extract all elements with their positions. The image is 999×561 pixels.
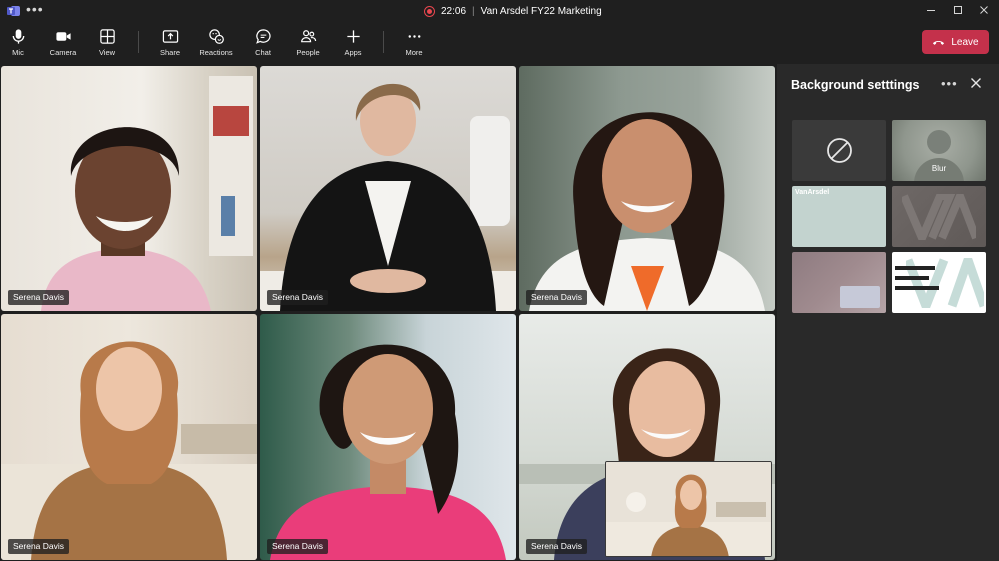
more-label: More (405, 48, 423, 57)
meeting-title: Van Arsdel FY22 Marketing (480, 5, 602, 17)
mic-icon (12, 29, 24, 44)
vanarsdel-logo-text: VanArsdel (795, 189, 830, 196)
blur-silhouette-head (927, 130, 951, 154)
self-view-image (606, 462, 771, 556)
participant-name: Serena Davis (526, 539, 588, 554)
toolbar-divider (138, 31, 139, 53)
participant-tile[interactable]: Serena Davis (260, 66, 516, 311)
participant-video (260, 83, 516, 311)
background-option-vanarsdel[interactable]: VanArsdel (792, 186, 886, 247)
background-option-va-text[interactable] (892, 252, 986, 313)
share-label: Share (159, 48, 180, 57)
meeting-toolbar: Mic Camera View Share Reactions Chat Peo… (0, 22, 999, 64)
office-shelf-shape (840, 286, 880, 308)
quote-line (895, 266, 935, 270)
teams-logo-icon (7, 6, 20, 16)
people-icon (300, 30, 316, 43)
panel-title: Background setttings (791, 78, 920, 92)
camera-icon (55, 32, 71, 41)
self-view-video[interactable] (605, 461, 772, 557)
plus-icon (346, 30, 360, 43)
participant-tile[interactable]: Serena Davis (1, 66, 257, 311)
mic-label: Mic (12, 48, 24, 57)
more-icon (408, 35, 420, 38)
apps-label: Apps (344, 48, 362, 57)
participant-video (270, 344, 506, 560)
people-label: People (296, 48, 320, 57)
blur-caption: Blur (931, 164, 947, 173)
quote-line (895, 276, 929, 280)
meeting-time: 22:06 (441, 5, 467, 17)
close-icon[interactable] (969, 76, 983, 90)
background-option-blur[interactable]: Blur (892, 120, 986, 181)
background-option-office[interactable] (792, 252, 886, 313)
participant-tile[interactable]: Serena Davis (260, 314, 516, 560)
background-option-va-logo[interactable] (892, 186, 986, 247)
participant-name: Serena Davis (267, 539, 329, 554)
participant-video (1, 341, 257, 560)
participant-tile[interactable]: Serena Davis (519, 66, 775, 311)
leave-label: Leave (951, 36, 979, 48)
view-grid-icon (99, 29, 115, 44)
camera-button[interactable]: Camera (43, 26, 83, 60)
meeting-info: 22:06 | Van Arsdel FY22 Marketing (424, 3, 602, 19)
more-button[interactable]: More (394, 26, 434, 60)
chat-label: Chat (255, 48, 271, 57)
no-background-icon (827, 138, 852, 163)
chat-icon (255, 29, 271, 44)
background-settings-panel: Background setttings ••• Blur VanArsdel (777, 64, 999, 561)
background-option-none[interactable] (792, 120, 886, 181)
leave-button[interactable]: Leave (922, 30, 989, 54)
minimize-icon (927, 10, 935, 11)
view-button[interactable]: View (87, 26, 127, 60)
close-window-button[interactable] (973, 2, 995, 18)
minimize-button[interactable] (920, 2, 942, 18)
participant-video (41, 76, 253, 311)
share-icon (162, 30, 178, 43)
reactions-label: Reactions (199, 48, 233, 57)
maximize-icon (954, 6, 962, 14)
va-logo-icon (902, 194, 976, 240)
titlebar-more-icon[interactable]: ••• (26, 1, 44, 17)
chat-button[interactable]: Chat (243, 26, 283, 60)
recording-icon (424, 5, 435, 17)
apps-button[interactable]: Apps (333, 26, 373, 60)
people-button[interactable]: People (288, 26, 328, 60)
reactions-button[interactable]: Reactions (196, 26, 236, 60)
close-icon (980, 6, 988, 14)
participant-video (529, 112, 765, 311)
participant-tile[interactable]: Serena Davis (1, 314, 257, 560)
participant-name: Serena Davis (267, 290, 329, 305)
camera-label: Camera (49, 48, 77, 57)
reactions-icon (208, 29, 224, 44)
title-separator: | (472, 5, 475, 17)
mic-button[interactable]: Mic (0, 26, 38, 60)
title-bar: ••• 22:06 | Van Arsdel FY22 Marketing (0, 0, 999, 22)
toolbar-divider (383, 31, 384, 53)
participant-name: Serena Davis (526, 290, 588, 305)
panel-more-icon[interactable]: ••• (941, 76, 958, 91)
hang-up-icon (933, 40, 945, 45)
participant-name: Serena Davis (8, 539, 70, 554)
quote-line (895, 286, 939, 290)
participant-name: Serena Davis (8, 290, 70, 305)
maximize-button[interactable] (947, 2, 969, 18)
share-button[interactable]: Share (150, 26, 190, 60)
view-label: View (98, 48, 116, 57)
